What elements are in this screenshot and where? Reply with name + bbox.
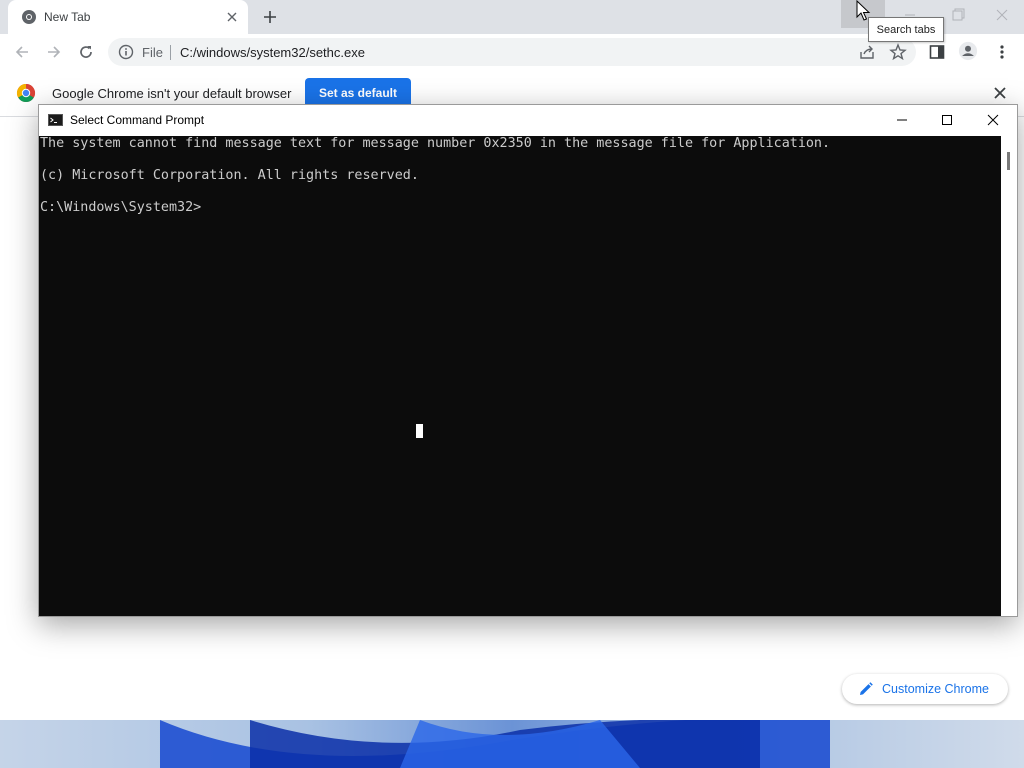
- kebab-menu-icon: [1000, 45, 1004, 59]
- side-panel-button[interactable]: [927, 42, 947, 62]
- cmd-titlebar[interactable]: Select Command Prompt: [39, 105, 1017, 136]
- tab-title: New Tab: [44, 10, 91, 24]
- cmd-minimize-button[interactable]: [891, 110, 913, 130]
- chrome-favicon-icon: [22, 10, 36, 24]
- profile-button[interactable]: [958, 41, 978, 61]
- window-restore-button[interactable]: [944, 4, 972, 26]
- info-icon[interactable]: [118, 44, 134, 60]
- tab-close-icon[interactable]: [222, 7, 242, 27]
- tab-new-tab[interactable]: New Tab: [8, 0, 248, 34]
- reload-button[interactable]: [74, 40, 98, 64]
- cmd-window-title: Select Command Prompt: [70, 113, 205, 127]
- reload-icon: [80, 46, 92, 58]
- bookmark-star-icon[interactable]: [889, 43, 907, 61]
- cmd-app-icon: [48, 114, 63, 126]
- cmd-maximize-button[interactable]: [936, 110, 958, 130]
- search-tabs-tooltip: Search tabs: [868, 17, 944, 42]
- customize-chrome-label: Customize Chrome: [882, 682, 989, 696]
- infobar-close-button[interactable]: [990, 83, 1010, 103]
- infobar-message: Google Chrome isn't your default browser: [52, 86, 292, 101]
- back-arrow-icon: [15, 46, 28, 58]
- forward-button[interactable]: [42, 40, 66, 64]
- maximize-icon: [942, 115, 952, 125]
- forward-arrow-icon: [48, 46, 61, 58]
- url-scheme-label: File: [142, 45, 163, 60]
- chrome-logo-icon: [16, 84, 36, 103]
- window-close-button[interactable]: [988, 4, 1016, 26]
- command-prompt-window: Select Command Prompt The system cannot …: [38, 104, 1018, 617]
- cmd-scrollbar[interactable]: [1001, 136, 1017, 616]
- console-line: (c) Microsoft Corporation. All rights re…: [40, 168, 419, 183]
- restore-icon: [952, 8, 965, 21]
- cmd-close-button[interactable]: [982, 110, 1004, 130]
- close-icon: [987, 114, 999, 126]
- close-icon: [994, 87, 1006, 99]
- text-cursor: [416, 424, 423, 438]
- cmd-scrollbar-thumb[interactable]: [1007, 152, 1010, 170]
- back-button[interactable]: [10, 40, 34, 64]
- desktop-wallpaper: [0, 720, 1024, 768]
- url-text[interactable]: C:/windows/system32/sethc.exe: [180, 45, 365, 60]
- side-panel-icon: [929, 45, 945, 59]
- address-bar[interactable]: File C:/windows/system32/sethc.exe: [108, 38, 916, 66]
- new-tab-button[interactable]: [258, 5, 282, 29]
- cmd-console-output[interactable]: The system cannot find message text for …: [39, 136, 1001, 616]
- close-icon: [996, 9, 1008, 21]
- wallpaper-bloom-graphic: [160, 720, 830, 768]
- omnibox-divider: [170, 45, 171, 60]
- console-line: The system cannot find message text for …: [40, 136, 831, 151]
- share-icon[interactable]: [858, 43, 876, 61]
- plus-icon: [264, 11, 276, 23]
- avatar-icon: [958, 41, 978, 61]
- mouse-pointer-icon: [856, 0, 871, 21]
- pencil-icon: [860, 682, 873, 695]
- console-prompt: C:\Windows\System32>: [40, 200, 202, 215]
- customize-chrome-button[interactable]: Customize Chrome: [842, 674, 1008, 704]
- chrome-menu-button[interactable]: [992, 42, 1012, 62]
- minimize-icon: [897, 119, 907, 121]
